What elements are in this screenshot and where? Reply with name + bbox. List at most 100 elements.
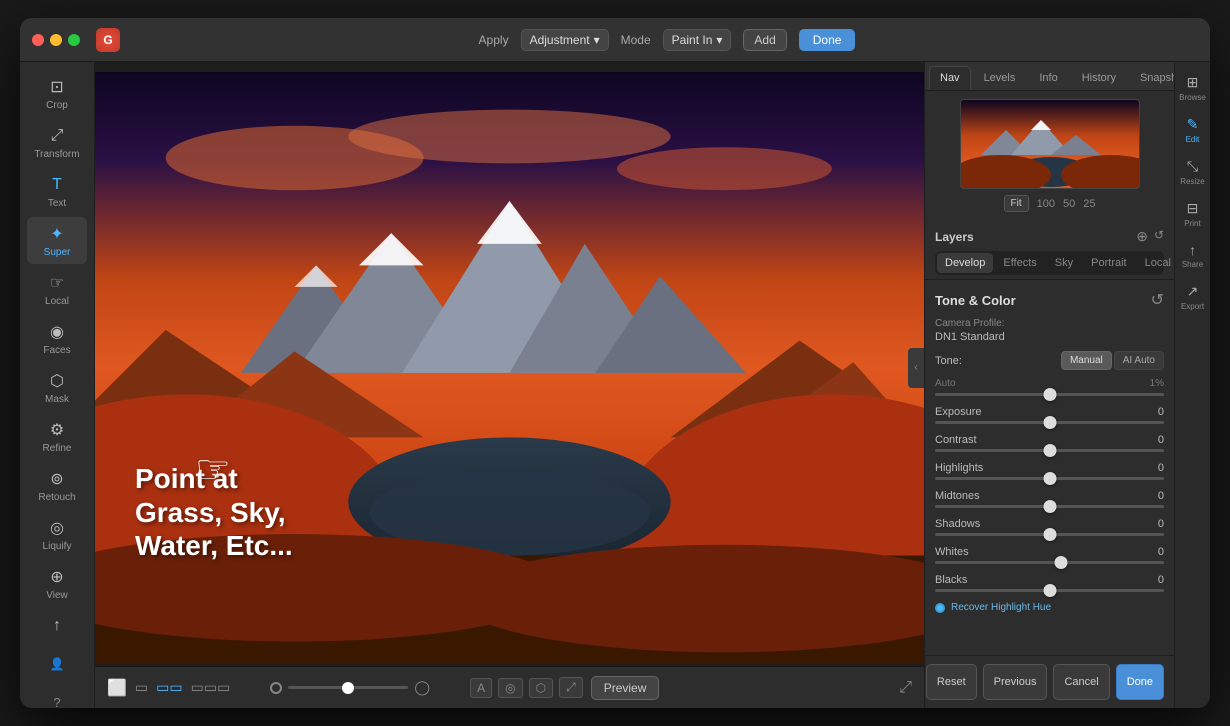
tool-text[interactable]: T Text	[27, 168, 87, 215]
ai-auto-btn[interactable]: AI Auto	[1114, 351, 1164, 370]
tab-history[interactable]: History	[1071, 66, 1127, 90]
canvas-image: Point at Grass, Sky, Water, Etc... ☞ ‹	[95, 72, 924, 663]
local-label: Local	[45, 296, 69, 307]
layers-reset-icon[interactable]: ↺	[1154, 228, 1164, 245]
layer-tab-develop[interactable]: Develop	[937, 253, 993, 273]
reset-button[interactable]: Reset	[926, 664, 977, 700]
text-icon-bottom[interactable]: A	[470, 678, 492, 698]
tool-mask[interactable]: ⬡ Mask	[27, 364, 87, 411]
canvas-area: Point at Grass, Sky, Water, Etc... ☞ ‹ ⬜…	[95, 62, 924, 708]
tone-color-reset-icon[interactable]: ↺	[1151, 290, 1164, 310]
tool-transform[interactable]: ⤢ Transform	[27, 119, 87, 166]
title-bar-center: Apply Adjustment ▾ Mode Paint In ▾ Add D…	[136, 29, 1198, 51]
preview-button[interactable]: Preview	[591, 676, 660, 700]
crop-icon: ⊡	[46, 76, 68, 98]
tool-local[interactable]: ☞ Local	[27, 266, 87, 313]
auto-slider-track[interactable]	[935, 393, 1164, 396]
whites-track[interactable]	[935, 561, 1164, 564]
layers-add-icon[interactable]: ⊕	[1136, 228, 1148, 245]
panel-collapse-arrow[interactable]: ‹	[908, 348, 924, 388]
manual-btn[interactable]: Manual	[1061, 351, 1112, 370]
brush-icon[interactable]: ◎	[498, 678, 522, 698]
layout-single-icon[interactable]: ▭	[135, 679, 148, 696]
exposure-row: Exposure 0	[935, 406, 1164, 424]
blacks-knob[interactable]	[1043, 584, 1056, 597]
tone-color-header: Tone & Color ↺	[935, 288, 1164, 312]
highlights-track[interactable]	[935, 477, 1164, 480]
blacks-label: Blacks	[935, 574, 967, 586]
tool-super[interactable]: ✦ Super	[27, 217, 87, 264]
paint-in-dropdown[interactable]: Paint In ▾	[663, 29, 732, 51]
layer-tab-effects[interactable]: Effects	[995, 253, 1044, 273]
contrast-track[interactable]	[935, 449, 1164, 452]
midtones-label: Midtones	[935, 490, 980, 502]
tab-info[interactable]: Info	[1028, 66, 1068, 90]
highlights-knob[interactable]	[1043, 472, 1056, 485]
tool-view[interactable]: ⊕ View	[27, 560, 87, 607]
layout-triple-icon[interactable]: ▭▭▭	[191, 679, 231, 696]
shadows-knob[interactable]	[1043, 528, 1056, 541]
layers-header: Layers ⊕ ↺	[935, 228, 1164, 245]
cancel-button[interactable]: Cancel	[1053, 664, 1109, 700]
layer-tab-local[interactable]: Local	[1137, 253, 1179, 273]
browse-icon-item[interactable]: ⊞ Browse	[1177, 70, 1209, 106]
tool-refine[interactable]: ⚙ Refine	[27, 413, 87, 460]
shadows-value: 0	[1158, 518, 1164, 530]
tool-retouch[interactable]: ⊚ Retouch	[27, 462, 87, 509]
add-button[interactable]: Add	[743, 29, 786, 51]
print-icon-item[interactable]: ⊟ Print	[1177, 196, 1209, 232]
export-icon: ↗	[1187, 283, 1199, 300]
maximize-button[interactable]	[68, 34, 80, 46]
blacks-track[interactable]	[935, 589, 1164, 592]
midtones-knob[interactable]	[1043, 500, 1056, 513]
view-label: View	[46, 590, 68, 601]
frame-icon[interactable]: ⬜	[107, 678, 127, 698]
fullscreen-icon[interactable]: ⤢	[899, 679, 912, 697]
adjustment-dropdown[interactable]: Adjustment ▾	[521, 29, 609, 51]
blacks-row: Blacks 0	[935, 574, 1164, 592]
tool-share-bottom[interactable]: ↑	[27, 609, 87, 643]
mask-icon-bottom[interactable]: ⬡	[529, 678, 553, 698]
tone-buttons: Manual AI Auto	[1061, 351, 1164, 370]
done-title-button[interactable]: Done	[799, 29, 856, 51]
share-icon-item[interactable]: ↑ Share	[1177, 238, 1209, 273]
tone-label: Tone:	[935, 355, 962, 367]
layer-tab-sky[interactable]: Sky	[1047, 253, 1081, 273]
tab-nav[interactable]: Nav	[929, 66, 971, 90]
whites-knob[interactable]	[1054, 556, 1067, 569]
edit-icon-item[interactable]: ✎ Edit	[1177, 112, 1209, 148]
tab-levels[interactable]: Levels	[973, 66, 1027, 90]
tool-liquify[interactable]: ◎ Liquify	[27, 511, 87, 558]
tool-help[interactable]: ?	[27, 685, 87, 708]
panel-content: Tone & Color ↺ Camera Profile: DN1 Stand…	[925, 280, 1174, 655]
export-icon-item[interactable]: ↗ Export	[1177, 279, 1209, 315]
shadows-track[interactable]	[935, 533, 1164, 536]
midtones-track[interactable]	[935, 505, 1164, 508]
faces-icon: ◉	[46, 321, 68, 343]
expand-icon[interactable]: ⤢	[559, 677, 583, 698]
refine-label: Refine	[43, 443, 72, 454]
zoom-track[interactable]	[288, 686, 408, 689]
tool-user[interactable]: 👤	[27, 647, 87, 681]
layout-double-icon[interactable]: ▭▭	[156, 679, 182, 696]
thumbnail-image	[961, 100, 1139, 188]
super-label: Super	[44, 247, 71, 258]
layer-tab-portrait[interactable]: Portrait	[1083, 253, 1134, 273]
transform-label: Transform	[34, 149, 79, 160]
fit-button[interactable]: Fit	[1004, 195, 1029, 212]
close-button[interactable]	[32, 34, 44, 46]
zoom-thumb[interactable]	[342, 682, 354, 694]
tool-crop[interactable]: ⊡ Crop	[27, 70, 87, 117]
resize-icon-item[interactable]: ⤡ Resize	[1177, 154, 1209, 190]
minimize-button[interactable]	[50, 34, 62, 46]
recover-label: Recover Highlight Hue	[951, 602, 1051, 613]
exposure-track[interactable]	[935, 421, 1164, 424]
text-label: Text	[48, 198, 66, 209]
auto-slider-knob[interactable]	[1043, 388, 1056, 401]
done-button[interactable]: Done	[1116, 664, 1164, 700]
previous-button[interactable]: Previous	[983, 664, 1048, 700]
tool-faces[interactable]: ◉ Faces	[27, 315, 87, 362]
thumb-svg	[961, 100, 1140, 189]
exposure-knob[interactable]	[1043, 416, 1056, 429]
contrast-knob[interactable]	[1043, 444, 1056, 457]
